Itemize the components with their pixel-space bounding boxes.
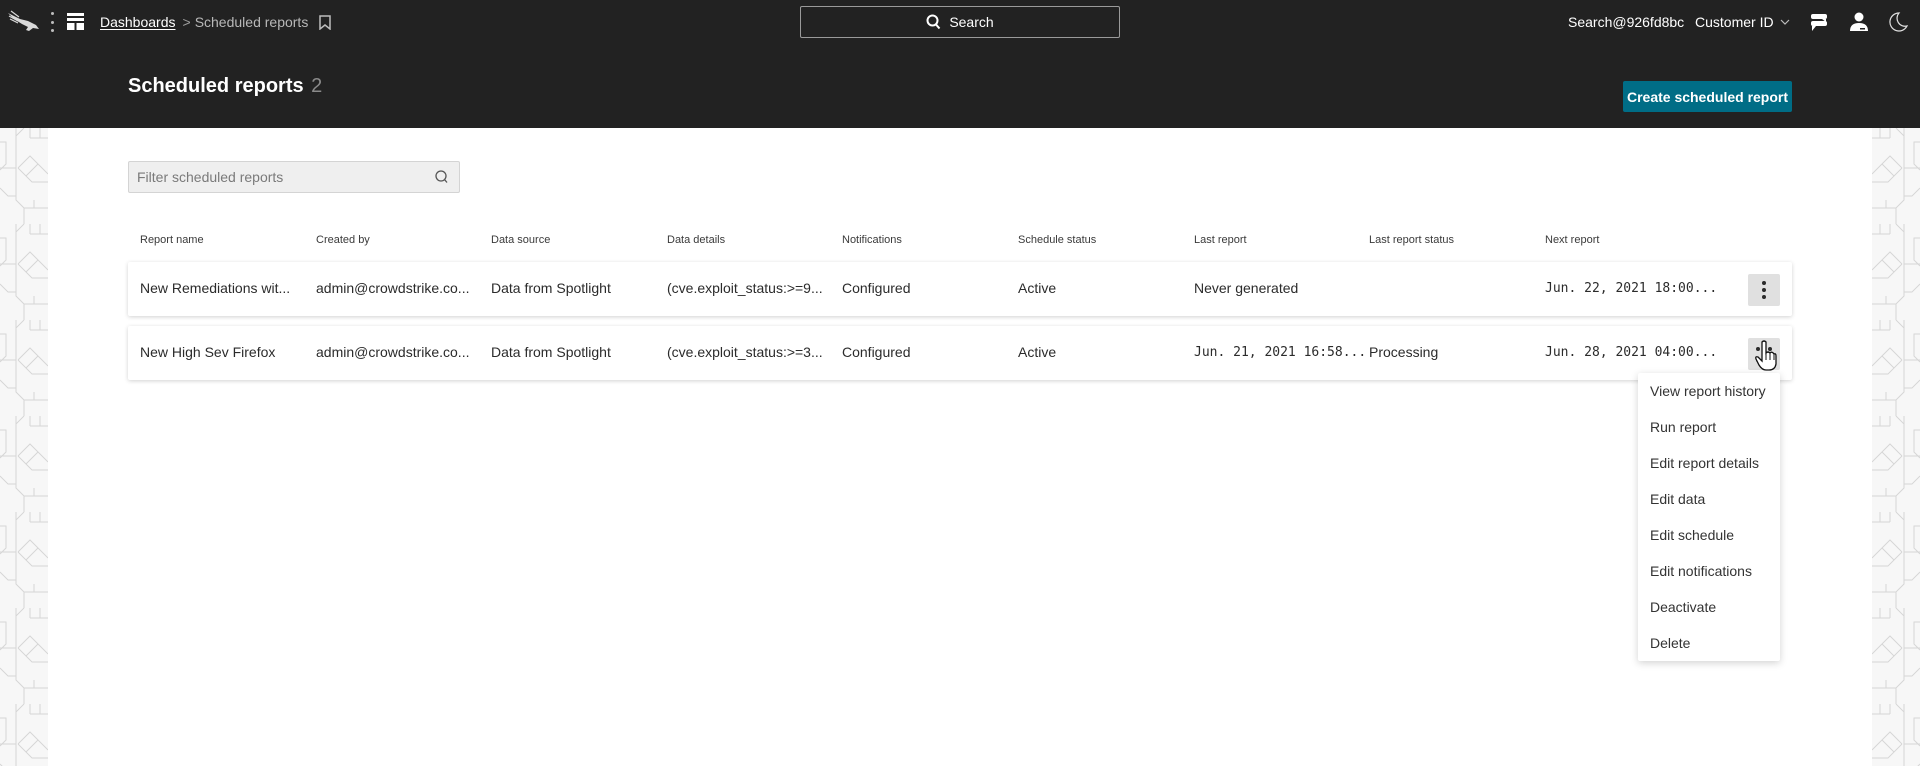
created-by: admin@crowdstrike.co... [316, 344, 470, 360]
dot [50, 29, 54, 32]
last-report-status: Processing [1369, 344, 1439, 360]
customer-id-label: Customer ID [1695, 14, 1774, 30]
search-icon[interactable] [434, 169, 450, 185]
data-source: Data from Spotlight [491, 280, 611, 296]
data-details: (cve.exploit_status:>=3... [667, 344, 823, 360]
last-report: Never generated [1194, 280, 1299, 296]
menu-item-run-report[interactable]: Run report [1638, 409, 1780, 445]
dark-mode-moon-icon[interactable] [1887, 11, 1909, 33]
dot [1768, 358, 1772, 362]
customer-id-dropdown[interactable]: Customer ID [1695, 14, 1790, 30]
last-report: Jun. 21, 2021 16:58... [1194, 345, 1367, 360]
geometric-pattern [1872, 128, 1920, 766]
table-row[interactable]: New High Sev Firefox admin@crowdstrike.c… [128, 326, 1792, 380]
dot [1756, 347, 1760, 351]
column-header-report-name[interactable]: Report name [140, 234, 204, 246]
column-header-last-report-status[interactable]: Last report status [1369, 234, 1454, 246]
dot [1768, 347, 1772, 351]
menu-item-edit-schedule[interactable]: Edit schedule [1638, 517, 1780, 553]
header: Dashboards > Scheduled reports Search Se… [0, 0, 1920, 128]
column-header-schedule-status[interactable]: Schedule status [1018, 234, 1096, 246]
next-report: Jun. 28, 2021 04:00... [1545, 345, 1718, 360]
breadcrumb: Dashboards > Scheduled reports [100, 13, 332, 31]
dot [50, 12, 54, 15]
filter-scheduled-reports [128, 161, 460, 193]
schedule-status: Active [1018, 280, 1057, 296]
global-search-button[interactable]: Search [800, 6, 1120, 38]
geometric-pattern [0, 128, 48, 766]
breadcrumb-current: Scheduled reports [194, 14, 309, 30]
dot [50, 20, 54, 24]
user-name: Search@926fd8bc [1568, 14, 1685, 30]
data-source: Data from Spotlight [491, 344, 611, 360]
column-header-notifications[interactable]: Notifications [842, 234, 902, 246]
dot [1762, 281, 1766, 285]
menu-item-delete[interactable]: Delete [1638, 625, 1780, 661]
menu-item-edit-data[interactable]: Edit data [1638, 481, 1780, 517]
column-header-next-report[interactable]: Next report [1545, 234, 1599, 246]
top-navigation: Dashboards > Scheduled reports Search Se… [0, 0, 1920, 44]
search-icon [926, 14, 941, 30]
row-actions-menu: View report history Run report Edit repo… [1638, 373, 1780, 661]
background-pattern-right [1872, 128, 1920, 766]
notifications: Configured [842, 344, 911, 360]
schedule-status: Active [1018, 344, 1057, 360]
menu-item-view-report-history[interactable]: View report history [1638, 377, 1780, 409]
table-header: Report name Created by Data source Data … [128, 234, 1792, 250]
row-actions-button[interactable] [1748, 338, 1780, 370]
column-header-last-report[interactable]: Last report [1194, 234, 1247, 246]
menu-item-edit-notifications[interactable]: Edit notifications [1638, 553, 1780, 589]
data-details: (cve.exploit_status:>=9... [667, 280, 823, 296]
dot [1762, 288, 1766, 292]
report-count: 2 [311, 75, 323, 97]
breadcrumb-separator: > [182, 14, 191, 30]
column-header-data-source[interactable]: Data source [491, 234, 550, 246]
page-title-text: Scheduled reports [128, 75, 304, 97]
chevron-down-icon [1780, 19, 1790, 25]
global-search-label: Search [949, 14, 994, 30]
created-by: admin@crowdstrike.co... [316, 280, 470, 296]
column-header-data-details[interactable]: Data details [667, 234, 725, 246]
support-chat-icon[interactable] [1808, 11, 1830, 33]
notifications: Configured [842, 280, 911, 296]
app-menu-button[interactable] [49, 12, 55, 32]
filter-input[interactable] [129, 169, 434, 185]
next-report: Jun. 22, 2021 18:00... [1545, 281, 1718, 296]
column-header-created-by[interactable]: Created by [316, 234, 370, 246]
report-name[interactable]: New Remediations wit... [140, 280, 290, 296]
dot [1756, 358, 1760, 362]
background-pattern-left [0, 128, 48, 766]
breadcrumb-dashboards-link[interactable]: Dashboards [100, 14, 176, 30]
table-row[interactable]: New Remediations wit... admin@crowdstrik… [128, 262, 1792, 316]
dot [1762, 295, 1766, 299]
row-actions-button[interactable] [1748, 274, 1780, 306]
menu-item-edit-report-details[interactable]: Edit report details [1638, 445, 1780, 481]
user-profile-icon[interactable] [1848, 11, 1870, 33]
dashboard-icon[interactable] [67, 13, 84, 30]
page-title: Scheduled reports 2 [128, 75, 322, 98]
create-scheduled-report-button[interactable]: Create scheduled report [1623, 81, 1792, 112]
menu-item-deactivate[interactable]: Deactivate [1638, 589, 1780, 625]
falcon-logo-icon[interactable] [6, 10, 40, 34]
report-name[interactable]: New High Sev Firefox [140, 344, 275, 360]
bookmark-icon[interactable] [319, 14, 332, 30]
